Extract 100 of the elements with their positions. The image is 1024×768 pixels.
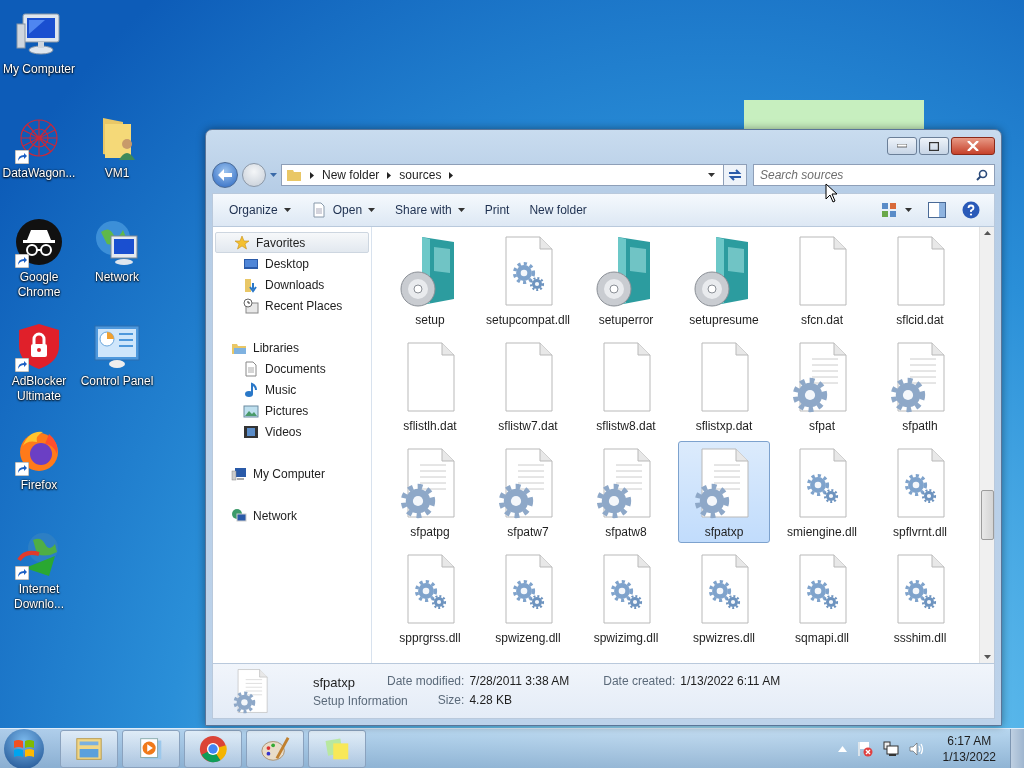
close-button[interactable] xyxy=(951,137,995,155)
maximize-button[interactable] xyxy=(919,137,949,155)
file-item[interactable]: spprgrss.dll xyxy=(384,547,476,649)
desktop-icon-label[interactable]: AdBlocker Ultimate xyxy=(1,374,77,404)
start-button[interactable] xyxy=(4,728,44,768)
computer-icon[interactable] xyxy=(15,10,63,58)
file-item[interactable]: spwizres.dll xyxy=(678,547,770,649)
file-type: Setup Information xyxy=(313,693,408,708)
nav-item[interactable]: Videos xyxy=(213,421,371,442)
nav-item[interactable]: Desktop xyxy=(213,253,371,274)
file-item[interactable]: spwizeng.dll xyxy=(482,547,574,649)
close-icon xyxy=(967,141,979,151)
desktop-icon-label[interactable]: Network xyxy=(95,270,139,285)
file-name: sfpatxp xyxy=(313,674,355,690)
file-item[interactable]: spwizimg.dll xyxy=(580,547,672,649)
file-item[interactable]: spflvrnt.dll xyxy=(874,441,966,543)
search-icon xyxy=(976,169,988,181)
film-icon xyxy=(243,423,259,440)
address-bar[interactable]: New folder sources xyxy=(281,164,724,186)
cursor-icon xyxy=(825,183,838,203)
pane-icon xyxy=(928,202,946,218)
toolbar-button[interactable]: New folder xyxy=(521,198,595,222)
nav-item[interactable]: Documents xyxy=(213,358,371,379)
file-item[interactable]: ssshim.dll xyxy=(874,547,966,649)
shortcut-arrow-icon xyxy=(15,358,29,372)
nav-item[interactable]: My Computer xyxy=(213,463,371,484)
taskbar-button[interactable] xyxy=(246,729,304,768)
taskbar-button[interactable] xyxy=(122,729,180,768)
background-window[interactable] xyxy=(744,100,924,130)
file-item[interactable]: sflistxp.dat xyxy=(678,335,770,437)
desktop-icon-label[interactable]: Google Chrome xyxy=(1,270,77,300)
nav-item[interactable]: Favorites xyxy=(215,232,369,253)
nav-item[interactable]: Pictures xyxy=(213,400,371,421)
chevron-right-icon xyxy=(310,171,314,179)
file-item[interactable]: sqmapi.dll xyxy=(776,547,868,649)
desktop-icon-label[interactable]: VM1 xyxy=(104,166,130,181)
file-item[interactable]: sflistw8.dat xyxy=(580,335,672,437)
file-item[interactable]: sflistw7.dat xyxy=(482,335,574,437)
globe-monitor-icon[interactable] xyxy=(93,218,141,266)
show-desktop-button[interactable] xyxy=(1010,728,1024,768)
file-item[interactable]: sflcid.dat xyxy=(874,229,966,331)
network-icon[interactable] xyxy=(882,740,899,757)
back-arrow-icon xyxy=(218,169,232,181)
chevron-right-icon xyxy=(449,171,454,179)
file-item[interactable]: smiengine.dll xyxy=(776,441,868,543)
nav-item[interactable]: Libraries xyxy=(213,337,371,358)
file-item[interactable]: sfpat xyxy=(776,335,868,437)
detail-label: Size: xyxy=(437,693,465,707)
globe-monitor-icon xyxy=(231,507,247,524)
flag-error-icon[interactable] xyxy=(856,740,873,757)
caret-icon[interactable] xyxy=(708,173,715,177)
desktop-icon-label[interactable]: Internet Downlo... xyxy=(1,582,77,612)
file-item[interactable]: setupcompat.dll xyxy=(482,229,574,331)
desktop-icon-label[interactable]: DataWagon... xyxy=(2,166,76,181)
file-item[interactable]: sfpatxp xyxy=(678,441,770,543)
back-button[interactable] xyxy=(212,162,238,188)
hat-glasses-icon[interactable] xyxy=(15,218,63,266)
detail-value: 1/13/2022 6:11 AM xyxy=(680,674,781,688)
toolbar-button[interactable]: Open xyxy=(302,198,384,222)
detail-label: Date modified: xyxy=(387,674,465,688)
refresh-button[interactable] xyxy=(723,164,747,186)
control-panel-icon[interactable] xyxy=(93,322,141,370)
desktop-icon-label[interactable]: Control Panel xyxy=(80,374,154,389)
file-item[interactable]: sfpatlh xyxy=(874,335,966,437)
minimize-button[interactable] xyxy=(887,137,917,155)
shortcut-arrow-icon xyxy=(15,150,29,164)
scroll-down-icon[interactable] xyxy=(983,655,991,659)
nav-item[interactable]: Music xyxy=(213,379,371,400)
maximize-icon xyxy=(929,141,939,151)
file-item[interactable]: sfpatw8 xyxy=(580,441,672,543)
music-note-icon xyxy=(243,381,259,398)
file-item[interactable]: setupresume xyxy=(678,229,770,331)
file-item[interactable]: sfpatpg xyxy=(384,441,476,543)
scroll-up-icon[interactable] xyxy=(983,231,991,235)
toolbar-button[interactable]: Share with xyxy=(387,198,473,222)
scrollbar[interactable] xyxy=(979,227,994,663)
nav-item[interactable]: Downloads xyxy=(213,274,371,295)
refresh-icon xyxy=(727,168,743,182)
clock[interactable]: 6:17 AM 1/13/2022 xyxy=(942,733,996,764)
computer-icon xyxy=(231,465,247,482)
minimize-icon xyxy=(897,144,907,148)
shortcut-arrow-icon xyxy=(15,462,29,476)
desktop-icon-label[interactable]: My Computer xyxy=(3,62,75,77)
chevron-right-icon xyxy=(387,171,392,179)
taskbar-button[interactable] xyxy=(184,729,242,768)
nav-item[interactable]: Recent Places xyxy=(213,295,371,316)
file-item[interactable]: sflistlh.dat xyxy=(384,335,476,437)
nav-item[interactable]: Network xyxy=(213,505,371,526)
file-item[interactable]: setup xyxy=(384,229,476,331)
file-item[interactable]: sfpatw7 xyxy=(482,441,574,543)
file-item[interactable]: sfcn.dat xyxy=(776,229,868,331)
scrollbar-thumb[interactable] xyxy=(980,490,994,540)
detail-label: Date created: xyxy=(603,674,676,688)
speaker-icon[interactable] xyxy=(908,740,925,757)
desktop-icon-label[interactable]: Firefox xyxy=(20,478,58,493)
search-field[interactable]: Search sources xyxy=(753,164,995,186)
file-item[interactable]: setuperror xyxy=(580,229,672,331)
windows-logo-icon xyxy=(13,737,35,760)
toolbar-button[interactable]: Print xyxy=(476,198,518,222)
toolbar-button[interactable]: Organize xyxy=(221,198,299,222)
